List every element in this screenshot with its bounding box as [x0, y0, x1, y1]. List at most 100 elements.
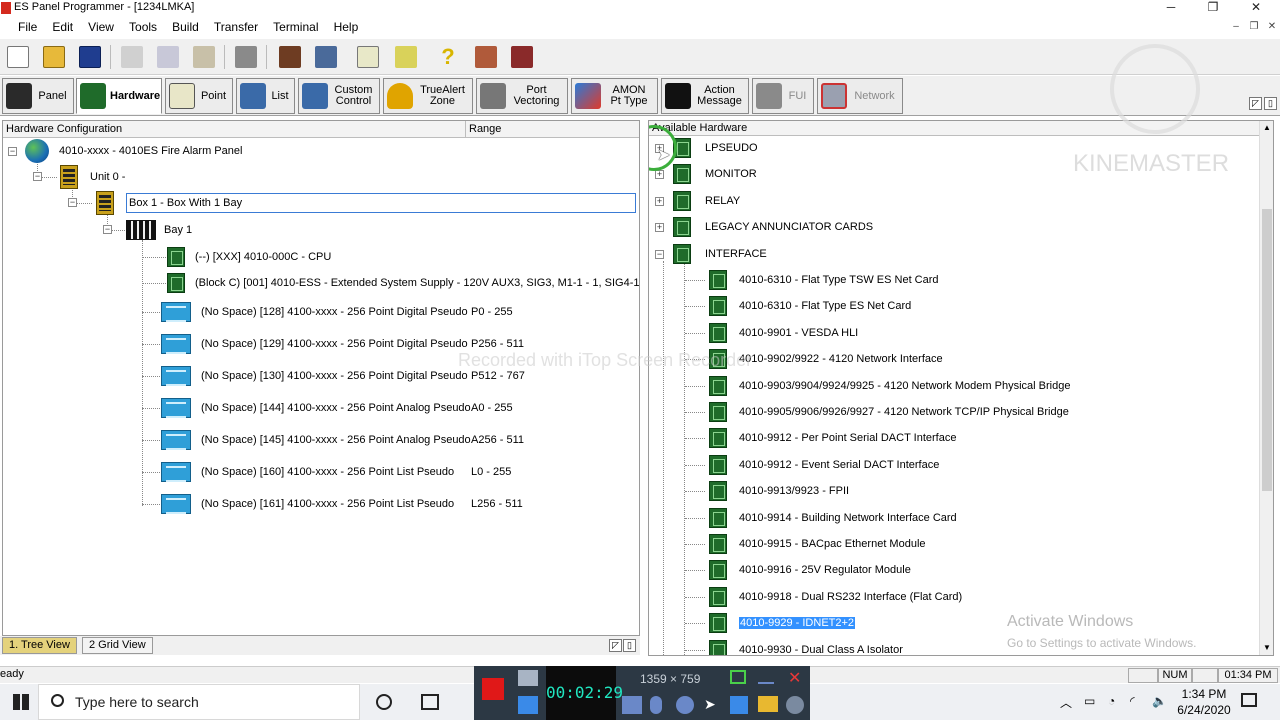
output-folder-icon[interactable] — [758, 696, 778, 712]
tab-point[interactable]: Point — [165, 78, 233, 114]
taskbar-search-box[interactable]: Type here to search — [38, 684, 360, 720]
close-button[interactable]: ✕ — [1245, 0, 1267, 16]
tab-hardware[interactable]: Hardware — [76, 78, 162, 114]
hardware-category[interactable]: LPSEUDO — [673, 137, 758, 159]
tree-node-card[interactable]: (No Space) [128] 4100-xxxx - 256 Point D… — [161, 301, 513, 323]
screenshot-camera-icon[interactable] — [518, 670, 538, 686]
hardware-item[interactable]: 4010-9915 - BACpac Ethernet Module — [709, 533, 926, 555]
pane-restore-button[interactable]: ◸ — [1249, 97, 1262, 110]
taskbar-clock-date[interactable]: 6/24/2020 — [1176, 703, 1232, 717]
tab-port-vectoring[interactable]: Port Vectoring — [476, 78, 568, 114]
scroll-up-arrow-icon[interactable]: ▲ — [1263, 123, 1271, 132]
speaker-icon[interactable] — [622, 696, 642, 714]
hardware-item[interactable]: 4010-9912 - Event Serial DACT Interface — [709, 454, 939, 476]
expand-toggle[interactable]: + — [655, 170, 664, 179]
tab-list[interactable]: List — [236, 78, 295, 114]
task-view-icon[interactable] — [421, 694, 439, 710]
mdi-minimize-button[interactable]: – — [1228, 20, 1244, 34]
pause-record-button[interactable] — [518, 696, 538, 714]
maximize-button[interactable]: ❐ — [1202, 0, 1224, 16]
expand-toggle[interactable]: − — [655, 250, 664, 259]
diagnostics-icon[interactable] — [470, 42, 502, 72]
menu-transfer[interactable]: Transfer — [208, 17, 264, 37]
transfer-icon[interactable] — [390, 42, 422, 72]
tree-node-bay[interactable]: Bay 1 — [126, 219, 192, 241]
windows-start-icon[interactable] — [13, 694, 29, 710]
hardware-item[interactable]: 4010-6310 - Flat Type ES Net Card — [709, 295, 911, 317]
pane-split-button[interactable]: ▯ — [1264, 97, 1277, 110]
tree-node-card[interactable]: (Block C) [001] 4010-ESS - Extended Syst… — [167, 272, 639, 294]
hardware-item[interactable]: 4010-9903/9904/9924/9925 - 4120 Network … — [709, 375, 1070, 397]
close-recorder-icon[interactable]: ✕ — [788, 668, 801, 688]
hardware-item[interactable]: 4010-9929 - IDNET2+2 — [709, 612, 856, 634]
scroll-down-arrow-icon[interactable]: ▼ — [1263, 643, 1271, 652]
hardware-item[interactable]: 4010-9905/9906/9926/9927 - 4120 Network … — [709, 401, 1069, 423]
hardware-item[interactable]: 4010-9914 - Building Network Interface C… — [709, 507, 957, 529]
collapse-toggle[interactable]: − — [33, 172, 42, 181]
minimize-button[interactable]: ─ — [1160, 0, 1182, 16]
expand-toggle[interactable]: + — [655, 197, 664, 206]
hardware-item[interactable]: 4010-9901 - VESDA HLI — [709, 322, 858, 344]
column-header-hardware-configuration[interactable]: Hardware Configuration — [3, 121, 466, 138]
hardware-item[interactable]: 4010-9918 - Dual RS232 Interface (Flat C… — [709, 586, 962, 608]
hardware-category[interactable]: LEGACY ANNUNCIATOR CARDS — [673, 216, 873, 238]
tree-node-card[interactable]: (No Space) [145] 4100-xxxx - 256 Point A… — [161, 429, 524, 451]
hardware-item[interactable]: 4010-9930 - Dual Class A Isolator — [709, 639, 903, 655]
tray-wifi-icon[interactable]: ◔ — [1108, 694, 1115, 708]
hardware-item[interactable]: 4010-6310 - Flat Type TSW ES Net Card — [709, 269, 939, 291]
open-folder-icon[interactable] — [38, 42, 70, 72]
print-icon[interactable] — [230, 42, 262, 72]
menu-build[interactable]: Build — [166, 17, 205, 37]
tab-custom-control[interactable]: Custom Control — [298, 78, 380, 114]
pane-button[interactable]: ◸ — [609, 639, 622, 652]
collapse-toggle[interactable]: − — [68, 198, 77, 207]
column-header-range[interactable]: Range — [466, 121, 639, 138]
tree-node-card[interactable]: (No Space) [160] 4100-xxxx - 256 Point L… — [161, 461, 511, 483]
exit-door-icon[interactable] — [506, 42, 538, 72]
cursor-effect-icon[interactable]: ➤ — [704, 696, 716, 713]
new-file-icon[interactable] — [2, 42, 34, 72]
stop-record-button[interactable] — [482, 678, 504, 700]
hardware-item[interactable]: 4010-9912 - Per Point Serial DACT Interf… — [709, 427, 956, 449]
webcam-icon[interactable] — [676, 696, 694, 714]
checklist-icon[interactable] — [352, 42, 384, 72]
tray-network-icon[interactable]: ▭ — [1084, 694, 1095, 708]
menu-tools[interactable]: Tools — [123, 17, 163, 37]
region-select-icon[interactable] — [730, 670, 746, 684]
expand-toggle[interactable]: + — [655, 223, 664, 232]
tree-node-card[interactable]: (No Space) [161] 4100-xxxx - 256 Point L… — [161, 493, 523, 515]
tree-node-card[interactable]: (--) [XXX] 4010-000C - CPU — [167, 246, 331, 268]
menu-terminal[interactable]: Terminal — [267, 17, 324, 37]
tab-grid-view[interactable]: 2 Grid View — [82, 637, 153, 654]
microphone-icon[interactable] — [650, 696, 662, 714]
hardware-category[interactable]: MONITOR — [673, 163, 757, 185]
menu-edit[interactable]: Edit — [46, 17, 79, 37]
tree-node-panel[interactable]: 4010-xxxx - 4010ES Fire Alarm Panel — [25, 139, 242, 163]
tree-node-box[interactable]: Box 1 - Box With 1 Bay — [96, 191, 636, 215]
tree-node-unit[interactable]: Unit 0 - — [60, 165, 125, 189]
pane-button[interactable]: ▯ — [623, 639, 636, 652]
tab-action-message[interactable]: Action Message — [661, 78, 749, 114]
cortana-icon[interactable] — [376, 694, 392, 710]
notification-center-icon[interactable] — [1241, 693, 1257, 707]
hardware-category[interactable]: RELAY — [673, 190, 740, 212]
collapse-toggle[interactable]: − — [8, 147, 17, 156]
tree-node-card[interactable]: (No Space) [144] 4100-xxxx - 256 Point A… — [161, 397, 513, 419]
tray-volume-icon[interactable]: 🔈 — [1152, 694, 1167, 708]
tray-wifi-signal-icon[interactable]: ◜ — [1130, 694, 1135, 708]
menu-file[interactable]: File — [12, 17, 43, 37]
hardware-item[interactable]: 4010-9916 - 25V Regulator Module — [709, 559, 911, 581]
tab-amon-pt-type[interactable]: AMON Pt Type — [571, 78, 658, 114]
taskbar-clock-time[interactable]: 1:34 PM — [1176, 687, 1232, 701]
mdi-close-button[interactable]: ✕ — [1264, 20, 1280, 34]
hardware-item[interactable]: 4010-9913/9923 - FPII — [709, 480, 849, 502]
tray-chevron-icon[interactable]: ︿ — [1060, 694, 1072, 711]
tab-panel[interactable]: Panel — [2, 78, 74, 114]
tab-tree-view[interactable]: 1. Tree View — [2, 637, 77, 654]
collapse-toggle[interactable]: − — [103, 225, 112, 234]
paste-icon[interactable] — [188, 42, 220, 72]
hammer-build-icon[interactable] — [274, 42, 306, 72]
scrollbar-thumb[interactable] — [1262, 209, 1272, 491]
settings-gear-icon[interactable] — [786, 696, 804, 714]
load-icon[interactable] — [310, 42, 342, 72]
